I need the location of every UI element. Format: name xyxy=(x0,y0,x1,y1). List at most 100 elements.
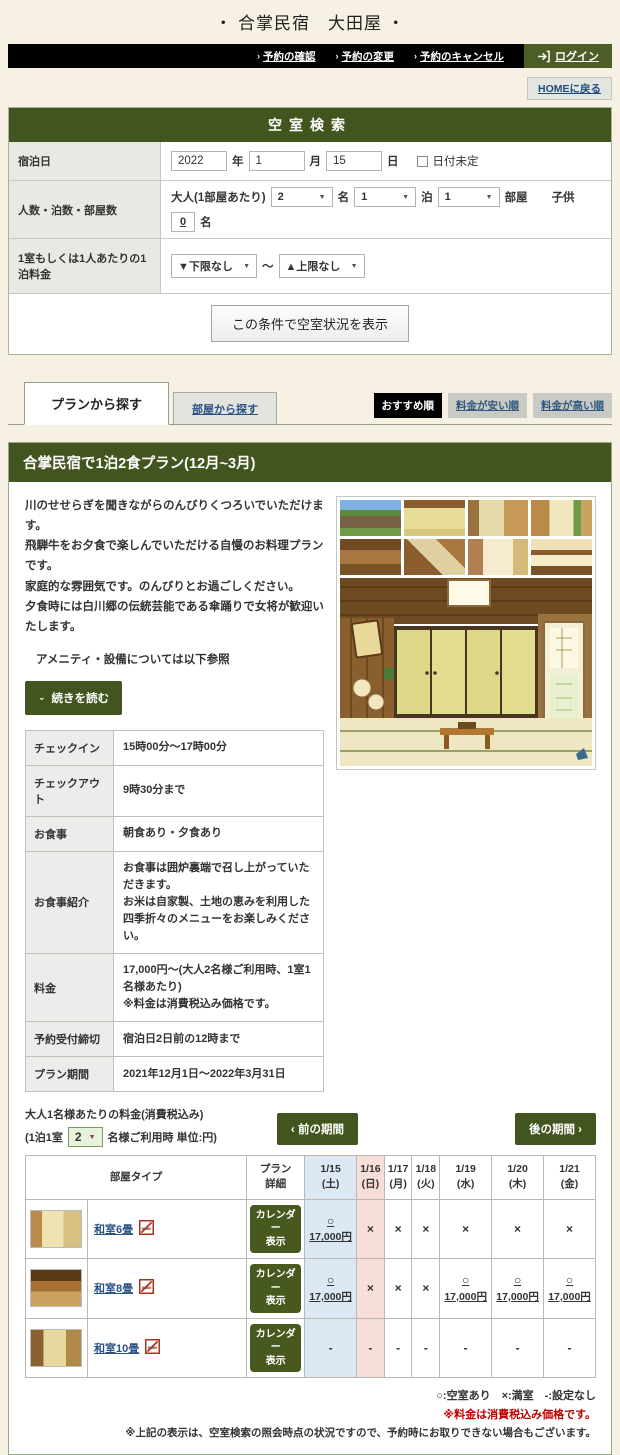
room-link[interactable]: 和室8畳 xyxy=(94,1280,133,1296)
dow-label: (火) xyxy=(414,1177,437,1192)
room-name-inner: 和室10畳 xyxy=(94,1339,160,1357)
availability-cell: × xyxy=(357,1199,385,1259)
next-period-button[interactable]: 後の期間 › xyxy=(515,1113,596,1145)
full-mark: × xyxy=(367,1222,374,1236)
availability-row: 和室6畳カレンダー 表示○17,000円×××××× xyxy=(26,1199,596,1259)
guest-count-select[interactable]: 2▼ xyxy=(68,1127,103,1147)
adult-label: 大人(1部屋あたり) xyxy=(171,189,266,205)
sort-recommended-button[interactable]: おすすめ順 xyxy=(374,393,443,418)
gallery-thumb-exterior[interactable] xyxy=(340,500,401,536)
plan-detail-label: チェックアウト xyxy=(26,765,114,816)
stay-date-row: 宿泊日 年 月 日 日付未定 xyxy=(9,142,611,181)
nav-link-label: 予約の確認 xyxy=(263,49,316,64)
plan-detail-value: 2021年12月1日～2022年3月31日 xyxy=(114,1057,324,1092)
not-set-mark: - xyxy=(329,1341,333,1355)
page-container: ・ 合掌民宿 大田屋 ・ ›予約の確認›予約の変更›予約のキャンセル ログイン … xyxy=(8,0,612,1455)
dow-label: (木) xyxy=(494,1177,541,1192)
availability-cell: × xyxy=(412,1199,440,1259)
full-mark: × xyxy=(395,1222,402,1236)
plan-detail-row: お食事朝食あり・夕食あり xyxy=(26,816,324,851)
gallery-main-photo[interactable] xyxy=(340,578,592,766)
not-set-mark: - xyxy=(516,1341,520,1355)
room-name-cell: 和室8畳 xyxy=(88,1259,247,1319)
year-input[interactable] xyxy=(171,151,227,171)
previous-period-button[interactable]: ‹ 前の期間 xyxy=(277,1113,358,1145)
dow-label: (金) xyxy=(546,1177,593,1192)
plan-detail-row: お食事紹介お食事は囲炉裏端で召し上がっていただきます。 お米は自家製、土地の恵み… xyxy=(26,851,324,953)
day-input[interactable] xyxy=(326,151,382,171)
month-input[interactable] xyxy=(249,151,305,171)
availability-link[interactable]: ○17,000円 xyxy=(548,1271,591,1306)
room-link[interactable]: 和室6畳 xyxy=(94,1221,133,1237)
gallery-thumb-tatami-room[interactable] xyxy=(404,500,465,536)
budget-max-select[interactable]: ▲上限なし▼ xyxy=(279,254,365,278)
top-navbar: ›予約の確認›予約の変更›予約のキャンセル ログイン xyxy=(8,44,612,68)
full-mark: × xyxy=(566,1222,573,1236)
availability-link[interactable]: ○17,000円 xyxy=(309,1271,352,1306)
not-set-mark: - xyxy=(424,1341,428,1355)
gallery-thumb-room-window[interactable] xyxy=(531,500,592,536)
date-label: 1/18 xyxy=(414,1162,437,1177)
nav-link-1[interactable]: ›予約の変更 xyxy=(336,44,395,68)
tab-search-by-plan[interactable]: プランから探す xyxy=(24,382,169,425)
calendar-view-button[interactable]: カレンダー 表示 xyxy=(250,1205,301,1254)
gallery-thumb-beams[interactable] xyxy=(531,539,592,575)
full-mark: × xyxy=(514,1222,521,1236)
rooms-select[interactable]: 1▼ xyxy=(438,187,500,207)
calendar-cell: カレンダー 表示 xyxy=(247,1199,305,1259)
budget-min-select[interactable]: ▼下限なし▼ xyxy=(171,254,257,278)
nav-link-2[interactable]: ›予約のキャンセル xyxy=(414,44,504,68)
gallery-thumb-hall[interactable] xyxy=(468,539,529,575)
plan-detail-label: お食事紹介 xyxy=(26,851,114,953)
gallery-thumb-wood-interior[interactable] xyxy=(340,539,401,575)
availability-cell: × xyxy=(384,1259,412,1319)
adult-count-select[interactable]: 2▼ xyxy=(271,187,333,207)
nights-select[interactable]: 1▼ xyxy=(354,187,416,207)
plan-description: 川のせせらぎを聞きながらのんびりくつろいでいただけます。飛騨牛をお夕食で楽しんで… xyxy=(25,496,324,637)
calendar-view-button[interactable]: カレンダー 表示 xyxy=(250,1264,301,1313)
sort-price-low-button[interactable]: 料金が安い順 xyxy=(448,393,527,418)
room-name-inner: 和室6畳 xyxy=(94,1220,154,1238)
date-undecided-checkbox[interactable] xyxy=(417,156,428,167)
availability-cell: - xyxy=(305,1318,357,1378)
child-count-field[interactable]: 0 xyxy=(171,212,195,232)
show-vacancy-button[interactable]: この条件で空室状況を表示 xyxy=(211,305,409,342)
room-photo-thumbnail[interactable] xyxy=(30,1269,82,1307)
calendar-view-button[interactable]: カレンダー 表示 xyxy=(250,1324,301,1373)
date-header-1/18: 1/18(火) xyxy=(412,1156,440,1199)
availability-link[interactable]: ○17,000円 xyxy=(444,1271,487,1306)
search-panel-title: 空室検索 xyxy=(9,108,611,142)
room-thumb-cell xyxy=(26,1318,88,1378)
availability-cell: - xyxy=(412,1318,440,1378)
room-link[interactable]: 和室10畳 xyxy=(94,1340,139,1356)
room-photo-thumbnail[interactable] xyxy=(30,1329,82,1367)
sort-price-high-button[interactable]: 料金が高い順 xyxy=(533,393,612,418)
availability-cell: ○17,000円 xyxy=(492,1259,544,1319)
budget-row: 1室もしくは1人あたりの1泊料金 ▼下限なし▼ ～ ▲上限なし▼ xyxy=(9,239,611,294)
chevron-down-icon: ▼ xyxy=(319,194,326,201)
gallery-thumb-ceiling[interactable] xyxy=(404,539,465,575)
availability-cell: - xyxy=(384,1318,412,1378)
available-icon: ○ xyxy=(327,1214,334,1228)
date-label: 1/21 xyxy=(546,1162,593,1177)
date-header-1/15: 1/15(土) xyxy=(305,1156,357,1199)
chevron-right-icon: › xyxy=(257,51,260,61)
availability-link[interactable]: ○17,000円 xyxy=(309,1212,352,1247)
date-header-1/20: 1/20(木) xyxy=(492,1156,544,1199)
home-button[interactable]: HOMEに戻る xyxy=(527,77,612,100)
tab-search-by-room[interactable]: 部屋から探す xyxy=(173,392,277,424)
availability-link[interactable]: ○17,000円 xyxy=(496,1271,539,1306)
calendar-cell: カレンダー 表示 xyxy=(247,1318,305,1378)
chevron-right-icon: › xyxy=(336,51,339,61)
no-smoking-icon xyxy=(139,1279,154,1297)
room-photo-thumbnail[interactable] xyxy=(30,1210,82,1248)
login-button[interactable]: ログイン xyxy=(524,44,612,68)
availability-cell: ○17,000円 xyxy=(544,1259,596,1319)
read-more-button[interactable]: ⌄ 続きを読む xyxy=(25,681,122,715)
plan-detail-value: 宿泊日2日前の12時まで xyxy=(114,1022,324,1057)
gallery-thumb-room-interior[interactable] xyxy=(468,500,529,536)
nav-link-0[interactable]: ›予約の確認 xyxy=(257,44,316,68)
price-caption: 大人1名様あたりの料金(消費税込み) (1泊1室 2▼ 名様ご利用時 単位:円) xyxy=(25,1106,217,1147)
date-label: 1/20 xyxy=(494,1162,541,1177)
price-label: 17,000円 xyxy=(496,1291,539,1303)
